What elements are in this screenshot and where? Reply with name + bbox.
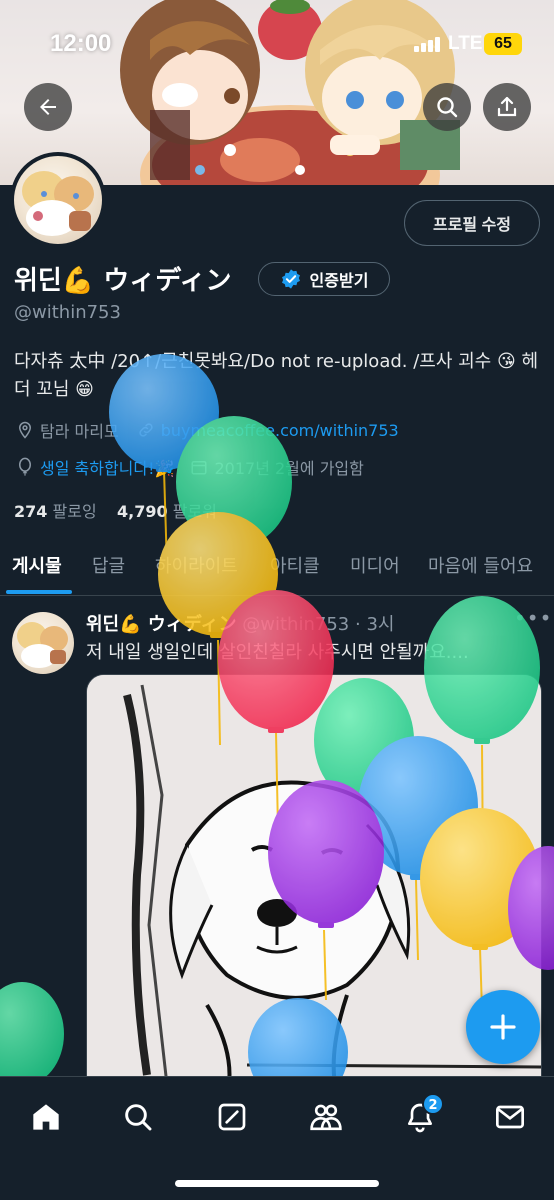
profile-joined-date: 2017년 2월에 가입함 (214, 459, 364, 478)
back-arrow-icon (40, 99, 56, 115)
active-tab-indicator (6, 590, 72, 594)
network-label: LTE (448, 33, 483, 54)
tab-replies[interactable]: 답글 (92, 552, 125, 578)
share-button[interactable] (483, 83, 531, 131)
tab-articles[interactable]: 아티클 (270, 552, 320, 578)
tab-likes[interactable]: 마음에 들어요 (428, 552, 533, 578)
compose-icon (218, 1103, 246, 1131)
profile-meta-row: 탐라 마리모 buymeacoffee.com/within753 (16, 418, 399, 442)
search-button[interactable] (423, 83, 471, 131)
balloon-green-4 (0, 982, 64, 1086)
profile-meta-row-2: 생일 축하합니다!🎉 2017년 2월에 가입함 (16, 455, 364, 479)
back-button[interactable] (24, 83, 72, 131)
profile-display-name: 위딘💪 ウィディン (14, 266, 232, 296)
link-icon (139, 423, 153, 437)
search-icon (437, 97, 458, 118)
follow-stats: 274 팔로잉 4,790 팔로워 (14, 498, 217, 522)
post-avatar[interactable] (12, 612, 74, 674)
status-time: 12:00 (50, 30, 112, 57)
balloon-icon (19, 457, 31, 476)
tab-highlights[interactable]: 하이라이트 (155, 552, 238, 578)
post-author-name[interactable]: 위딘💪 ウィディン (86, 614, 237, 635)
share-icon (497, 96, 517, 117)
profile-bio: 다자츄 太中 /20↑/근친못봐요/Do not re-upload. /프사 … (14, 351, 539, 400)
profile-handle: @within753 (14, 302, 121, 323)
battery-indicator: 65 (484, 33, 522, 55)
get-verified-label: 인증받기 (309, 271, 369, 290)
post-time: 3시 (366, 614, 395, 635)
communities-icon (310, 1104, 342, 1131)
profile-tabs: 게시물 답글 하이라이트 아티클 미디어 마음에 들어요 (0, 540, 554, 596)
following-label: 팔로잉 (52, 502, 97, 521)
nav-communities[interactable] (302, 1093, 350, 1141)
followers-count: 4,790 (117, 502, 168, 521)
notifications-badge: 2 (422, 1093, 444, 1115)
post-avatar-illustration (17, 622, 68, 668)
mail-icon (496, 1105, 524, 1129)
post-more-icon[interactable]: ••• (514, 606, 552, 630)
profile-website-link[interactable]: buymeacoffee.com/within753 (161, 421, 399, 440)
post-separator: · (354, 614, 361, 635)
plus-icon (490, 1014, 516, 1040)
home-indicator (175, 1180, 379, 1187)
calendar-icon (191, 461, 207, 475)
nav-search[interactable] (114, 1093, 162, 1141)
profile-avatar[interactable] (10, 152, 106, 248)
following-count: 274 (14, 502, 48, 521)
home-icon (33, 1104, 59, 1130)
verified-check-icon (281, 269, 300, 289)
post-text: 저 내일 생일인데 살인친칠라 사주시면 안될까요.... (86, 642, 469, 663)
signal-icon (414, 36, 444, 52)
edit-profile-button[interactable]: 프로필 수정 (404, 200, 540, 246)
post-header: 위딘💪 ウィディン @within753 · 3시 (86, 610, 394, 636)
followers-label: 팔로워 (172, 502, 217, 521)
tab-media[interactable]: 미디어 (350, 552, 400, 578)
nav-messages[interactable] (486, 1093, 534, 1141)
location-icon (18, 421, 32, 439)
avatar-illustration (22, 171, 94, 236)
search-icon (125, 1104, 152, 1131)
status-bar: 12:00 LTE 65 (0, 0, 554, 80)
post-author-handle[interactable]: @within753 (242, 614, 349, 635)
profile-location: 탐라 마리모 (40, 422, 119, 441)
nav-home[interactable] (22, 1093, 70, 1141)
followers-link[interactable]: 4,790 팔로워 (117, 502, 217, 521)
compose-fab-button[interactable] (466, 990, 540, 1064)
get-verified-button[interactable]: 인증받기 (258, 262, 390, 296)
nav-compose[interactable] (208, 1093, 256, 1141)
nav-notifications[interactable]: 2 (396, 1093, 444, 1141)
tab-posts[interactable]: 게시물 (12, 552, 62, 578)
following-link[interactable]: 274 팔로잉 (14, 502, 97, 521)
birthday-link[interactable]: 생일 축하합니다!🎉 (40, 455, 174, 479)
